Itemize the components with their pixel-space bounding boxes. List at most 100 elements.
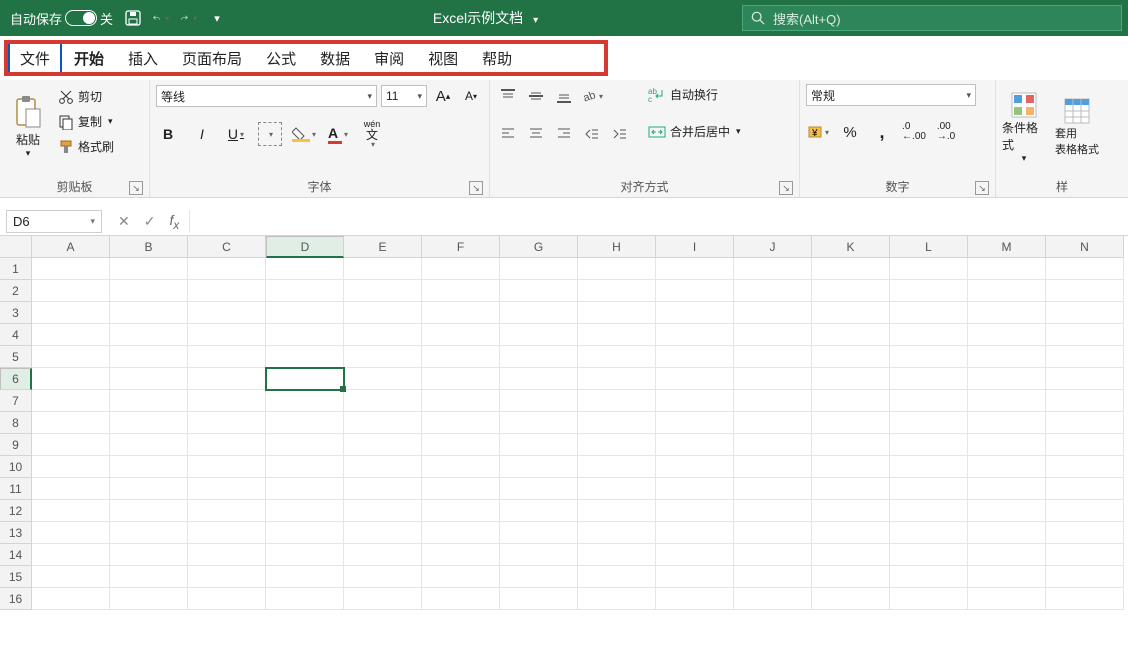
cell[interactable] — [1046, 324, 1124, 346]
cell[interactable] — [266, 434, 344, 456]
cell[interactable] — [110, 434, 188, 456]
cell[interactable] — [422, 566, 500, 588]
cell[interactable] — [110, 588, 188, 610]
cell[interactable] — [266, 544, 344, 566]
undo-icon[interactable] — [149, 6, 173, 30]
cell[interactable] — [344, 456, 422, 478]
cell[interactable] — [266, 412, 344, 434]
decrease-indent-icon[interactable] — [580, 122, 604, 146]
cell[interactable] — [734, 302, 812, 324]
row-header[interactable]: 16 — [0, 588, 32, 610]
cell[interactable] — [812, 588, 890, 610]
select-all-corner[interactable] — [0, 236, 32, 258]
cell[interactable] — [422, 588, 500, 610]
cell[interactable] — [188, 456, 266, 478]
cell[interactable] — [500, 588, 578, 610]
cell[interactable] — [578, 588, 656, 610]
align-bottom-icon[interactable] — [552, 84, 576, 108]
cell[interactable] — [968, 302, 1046, 324]
cell[interactable] — [812, 412, 890, 434]
tab-insert[interactable]: 插入 — [116, 42, 170, 75]
accounting-format-button[interactable]: ¥ — [806, 120, 830, 144]
tab-page-layout[interactable]: 页面布局 — [170, 42, 254, 75]
search-input[interactable]: 搜索(Alt+Q) — [742, 5, 1122, 31]
increase-decimal-button[interactable]: .0←.00 — [902, 120, 926, 144]
cell[interactable] — [890, 500, 968, 522]
cell[interactable] — [890, 390, 968, 412]
cell[interactable] — [500, 456, 578, 478]
cell[interactable] — [734, 588, 812, 610]
cell[interactable] — [656, 456, 734, 478]
cell[interactable] — [110, 258, 188, 280]
cell[interactable] — [812, 566, 890, 588]
cell[interactable] — [344, 346, 422, 368]
cell[interactable] — [656, 280, 734, 302]
row-header[interactable]: 14 — [0, 544, 32, 566]
cell[interactable] — [344, 280, 422, 302]
row-header[interactable]: 2 — [0, 280, 32, 302]
cell[interactable] — [890, 280, 968, 302]
cell[interactable] — [578, 456, 656, 478]
cell[interactable] — [188, 500, 266, 522]
cell[interactable] — [500, 544, 578, 566]
fill-color-button[interactable] — [292, 122, 316, 146]
cell[interactable] — [422, 544, 500, 566]
cell[interactable] — [344, 324, 422, 346]
cell[interactable] — [110, 522, 188, 544]
tab-help[interactable]: 帮助 — [470, 42, 524, 75]
cell[interactable] — [734, 500, 812, 522]
cell[interactable] — [578, 434, 656, 456]
column-header[interactable]: C — [188, 236, 266, 258]
cell[interactable] — [266, 588, 344, 610]
align-top-icon[interactable] — [496, 84, 520, 108]
row-header[interactable]: 15 — [0, 566, 32, 588]
cell[interactable] — [1046, 544, 1124, 566]
cell[interactable] — [110, 456, 188, 478]
column-header[interactable]: M — [968, 236, 1046, 258]
cell[interactable] — [344, 368, 422, 390]
cell[interactable] — [188, 258, 266, 280]
column-header[interactable]: E — [344, 236, 422, 258]
cell[interactable] — [32, 566, 110, 588]
cell[interactable] — [188, 522, 266, 544]
cell[interactable] — [32, 302, 110, 324]
cell[interactable] — [656, 434, 734, 456]
dialog-launcher-icon[interactable]: ↘ — [129, 181, 143, 195]
cell[interactable] — [1046, 302, 1124, 324]
cell[interactable] — [188, 280, 266, 302]
cell[interactable] — [32, 258, 110, 280]
cell[interactable] — [32, 280, 110, 302]
cell[interactable] — [1046, 434, 1124, 456]
cell[interactable] — [32, 346, 110, 368]
cell[interactable] — [32, 434, 110, 456]
cell[interactable] — [734, 478, 812, 500]
cell[interactable] — [812, 434, 890, 456]
decrease-font-icon[interactable]: A▾ — [459, 84, 483, 108]
cell[interactable] — [266, 368, 344, 390]
cell[interactable] — [266, 456, 344, 478]
cell[interactable] — [344, 566, 422, 588]
italic-button[interactable]: I — [190, 122, 214, 146]
percent-button[interactable]: % — [838, 120, 862, 144]
cell[interactable] — [422, 390, 500, 412]
cell[interactable] — [812, 456, 890, 478]
cell[interactable] — [812, 478, 890, 500]
cell[interactable] — [188, 412, 266, 434]
cell[interactable] — [422, 434, 500, 456]
cell[interactable] — [500, 302, 578, 324]
cell[interactable] — [812, 500, 890, 522]
row-header[interactable]: 8 — [0, 412, 32, 434]
cell[interactable] — [656, 566, 734, 588]
borders-button[interactable] — [258, 122, 282, 146]
column-header[interactable]: B — [110, 236, 188, 258]
phonetic-guide-button[interactable]: wén 文 — [360, 122, 384, 146]
row-header[interactable]: 9 — [0, 434, 32, 456]
column-header[interactable]: N — [1046, 236, 1124, 258]
column-header[interactable]: H — [578, 236, 656, 258]
enter-formula-icon[interactable]: ✓ — [144, 213, 156, 230]
cell[interactable] — [890, 588, 968, 610]
cell[interactable] — [422, 302, 500, 324]
cell[interactable] — [1046, 456, 1124, 478]
cell[interactable] — [266, 280, 344, 302]
row-header[interactable]: 10 — [0, 456, 32, 478]
